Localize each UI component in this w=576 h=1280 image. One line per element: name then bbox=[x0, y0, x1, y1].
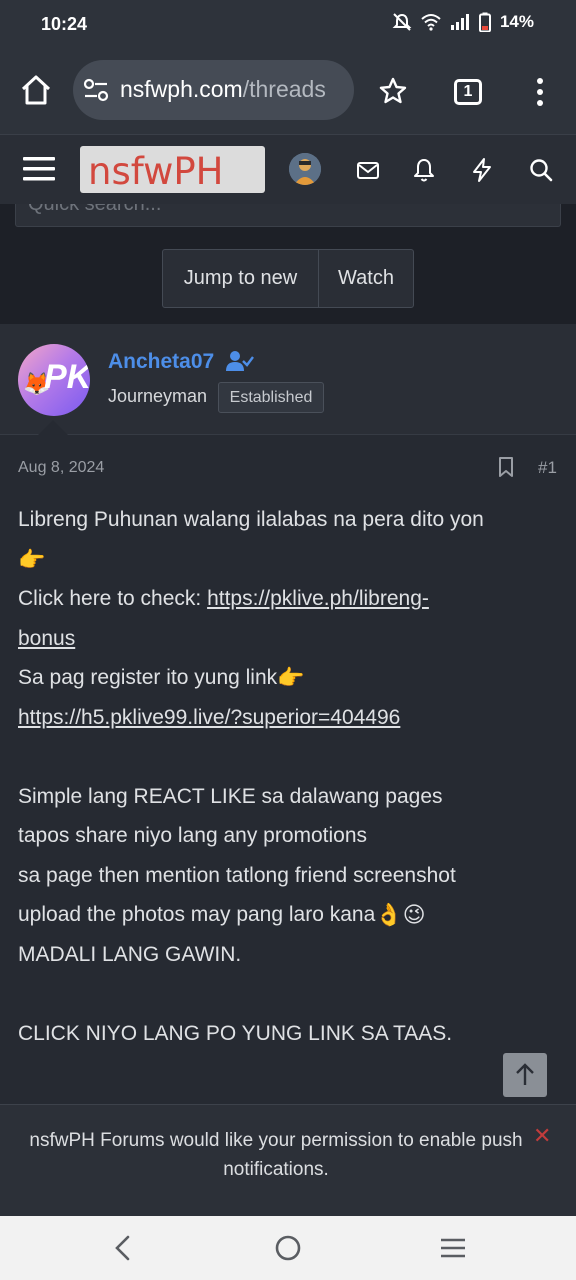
avatar-image bbox=[289, 153, 321, 185]
post-text: Sa pag register ito yung link bbox=[18, 666, 278, 689]
post-line: https://h5.pklive99.live/?superior=40449… bbox=[18, 698, 558, 738]
menu-icon[interactable] bbox=[23, 155, 55, 183]
url-path: /threads bbox=[242, 76, 326, 102]
post-line: Click here to check: https://pklive.ph/l… bbox=[18, 579, 558, 619]
signal-icon bbox=[450, 14, 469, 30]
status-bar: 10:24 14% bbox=[0, 0, 576, 50]
post-body: Libreng Puhunan walang ilalabas na pera … bbox=[18, 500, 558, 1053]
scroll-to-top-button[interactable] bbox=[503, 1053, 547, 1097]
avatar-text: PK bbox=[44, 358, 90, 396]
post-line: 👉 bbox=[18, 540, 558, 580]
user-title: Journeyman bbox=[108, 386, 208, 406]
post-line: MADALI LANG GAWIN. bbox=[18, 942, 242, 966]
avatar[interactable] bbox=[289, 153, 321, 185]
user-banner: Established bbox=[218, 382, 324, 413]
author-username[interactable]: Ancheta07 bbox=[108, 350, 214, 374]
bookmark-icon[interactable] bbox=[498, 457, 514, 477]
url-domain: nsfwph.com bbox=[120, 76, 243, 102]
home-icon[interactable] bbox=[18, 72, 54, 108]
post-line: CLICK NIYO LANG PO YUNG LINK SA TAAS. bbox=[18, 1021, 453, 1045]
site-logo[interactable]: nsfwPH bbox=[80, 146, 265, 193]
post-line: tapos share niyo lang any promotions bbox=[18, 824, 368, 847]
wifi-icon bbox=[421, 14, 441, 31]
post-line: Simple lang REACT LIKE sa dalawang pages bbox=[18, 784, 443, 808]
back-icon[interactable] bbox=[110, 1234, 136, 1262]
push-notification-prompt: nsfwPH Forums would like your permission… bbox=[0, 1104, 576, 1216]
more-menu-icon[interactable] bbox=[530, 76, 550, 108]
thread-button-group: Jump to new Watch bbox=[162, 249, 414, 308]
mail-icon[interactable] bbox=[355, 157, 381, 183]
close-icon[interactable]: ✕ bbox=[533, 1123, 551, 1149]
jump-to-new-button[interactable]: Jump to new bbox=[163, 250, 319, 307]
site-settings-icon[interactable] bbox=[83, 78, 109, 102]
url-bar[interactable]: nsfwph.com/threads bbox=[73, 60, 354, 120]
arrow-up-icon bbox=[516, 1063, 534, 1085]
promo-link[interactable]: https://pklive.ph/libreng- bbox=[207, 587, 429, 610]
post-line: upload the photos may pang laro kana👌😉 bbox=[18, 895, 558, 935]
status-time: 10:24 bbox=[41, 14, 88, 34]
url-text: nsfwph.com/threads bbox=[120, 76, 326, 103]
post-line: Sa pag register ito yung link👉 bbox=[18, 658, 558, 698]
pointing-right-emoji: 👉 bbox=[18, 546, 46, 572]
bookmark-star-icon[interactable] bbox=[378, 76, 408, 106]
tab-switcher-button[interactable]: 1 bbox=[454, 79, 482, 105]
site-header: nsfwPH bbox=[0, 134, 576, 204]
post-text: upload the photos may pang laro kana bbox=[18, 903, 376, 926]
search-input[interactable]: Quick search... bbox=[15, 204, 561, 227]
pointing-right-emoji: 👉 bbox=[277, 665, 305, 691]
post: 🦊 PK Ancheta07 Journeyman Established Au… bbox=[0, 324, 576, 1104]
watch-button[interactable]: Watch bbox=[319, 250, 413, 307]
post-text: Click here to check: bbox=[18, 587, 208, 610]
post-user-area: 🦊 PK Ancheta07 Journeyman Established bbox=[0, 324, 576, 435]
home-circle-icon[interactable] bbox=[274, 1234, 302, 1262]
post-line: Libreng Puhunan walang ilalabas na pera … bbox=[18, 508, 484, 531]
status-icons: 14% bbox=[392, 12, 534, 32]
post-line: bonus bbox=[18, 619, 558, 659]
verified-user-icon bbox=[226, 351, 254, 371]
lightning-icon[interactable] bbox=[469, 157, 495, 183]
ok-wink-emoji: 👌😉 bbox=[375, 902, 426, 928]
mute-icon bbox=[392, 13, 412, 31]
author-avatar[interactable]: 🦊 PK bbox=[18, 344, 90, 416]
recents-icon[interactable] bbox=[439, 1234, 467, 1262]
battery-percent: 14% bbox=[499, 12, 534, 31]
thread-controls: Quick search... Jump to new Watch bbox=[0, 204, 576, 324]
search-placeholder: Quick search... bbox=[28, 204, 162, 215]
post-line: sa page then mention tatlong friend scre… bbox=[18, 863, 456, 887]
register-link[interactable]: https://h5.pklive99.live/?superior=40449… bbox=[18, 706, 400, 729]
logo-text: nsfwPH bbox=[88, 150, 224, 193]
user-area-arrow bbox=[38, 420, 68, 435]
battery-icon bbox=[478, 12, 491, 32]
system-nav-bar bbox=[0, 1216, 576, 1280]
browser-toolbar: nsfwph.com/threads 1 bbox=[0, 50, 576, 134]
notification-text[interactable]: nsfwPH Forums would like your permission… bbox=[26, 1126, 526, 1184]
post-number[interactable]: #1 bbox=[538, 458, 557, 478]
promo-link-continued[interactable]: bonus bbox=[18, 627, 75, 650]
post-date[interactable]: Aug 8, 2024 bbox=[18, 459, 104, 477]
search-icon[interactable] bbox=[528, 157, 554, 183]
bell-icon[interactable] bbox=[411, 157, 437, 183]
